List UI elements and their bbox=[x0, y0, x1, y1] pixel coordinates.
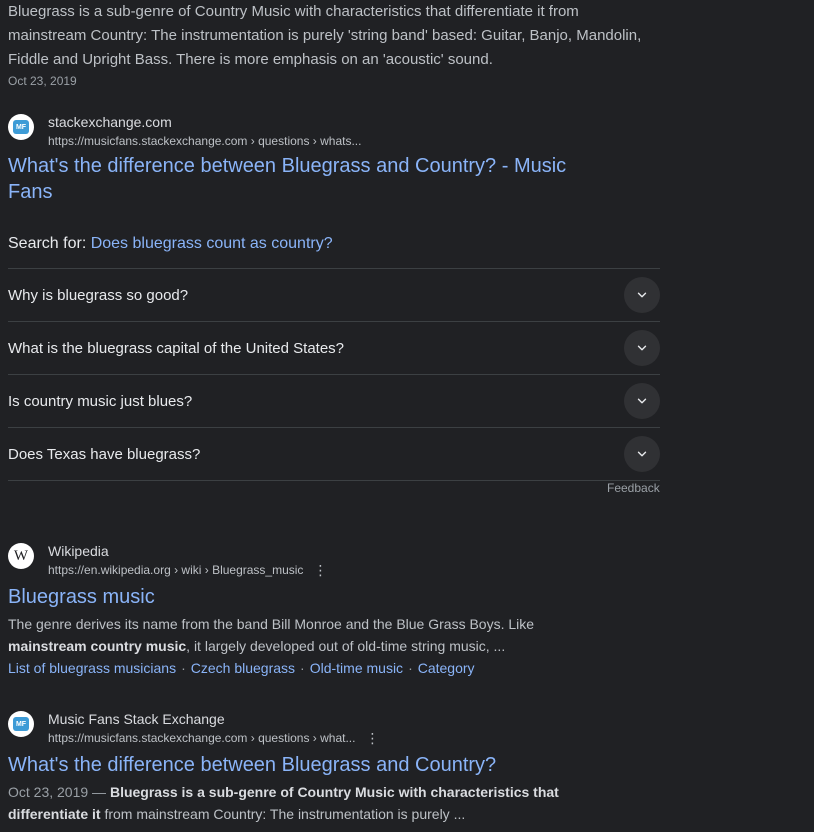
result3-url: https://musicfans.stackexchange.com › qu… bbox=[48, 731, 356, 745]
search-for-label: Search for: bbox=[8, 235, 91, 252]
result3-site-name: Music Fans Stack Exchange bbox=[48, 711, 225, 727]
result2-snippet-bold: mainstream country music bbox=[8, 638, 187, 654]
result1-source[interactable]: MF stackexchange.com https://musicfans.s… bbox=[8, 112, 361, 150]
related-question-text: Is country music just blues? bbox=[8, 392, 193, 410]
wikipedia-favicon: W bbox=[8, 543, 34, 569]
result1-site-name: stackexchange.com bbox=[48, 114, 172, 130]
sitelink-separator: · bbox=[408, 660, 413, 676]
sitelink-category[interactable]: Category bbox=[418, 660, 475, 676]
sitelink-czech-bluegrass[interactable]: Czech bluegrass bbox=[191, 660, 295, 676]
result2-snippet-part1: The genre derives its name from the band… bbox=[8, 616, 535, 632]
musicfans-logo-icon: MF bbox=[13, 717, 29, 731]
related-question-text: Why is bluegrass so good? bbox=[8, 286, 189, 304]
result2-title-link[interactable]: Bluegrass music bbox=[8, 584, 155, 610]
related-question-2[interactable]: What is the bluegrass capital of the Uni… bbox=[8, 321, 660, 374]
result2-sitelinks: List of bluegrass musicians · Czech bluegr… bbox=[8, 659, 475, 677]
chevron-down-icon[interactable] bbox=[624, 383, 660, 419]
related-questions-list: Why is bluegrass so good? What is the bl… bbox=[8, 268, 660, 481]
related-question-text: Does Texas have bluegrass? bbox=[8, 445, 201, 463]
stackexchange-favicon: MF bbox=[8, 114, 34, 140]
more-vert-icon[interactable]: ⋮ bbox=[313, 563, 327, 577]
search-for-query-link[interactable]: Does bluegrass count as country? bbox=[91, 235, 333, 252]
search-for-row: Search for: Does bluegrass count as coun… bbox=[8, 234, 333, 254]
featured-snippet-date: Oct 23, 2019 bbox=[8, 74, 77, 88]
featured-snippet-text: Bluegrass is a sub-genre of Country Musi… bbox=[8, 3, 642, 68]
related-question-4[interactable]: Does Texas have bluegrass? bbox=[8, 427, 660, 481]
related-question-3[interactable]: Is country music just blues? bbox=[8, 374, 660, 427]
result2-site-name: Wikipedia bbox=[48, 543, 109, 559]
search-results-page: Bluegrass is a sub-genre of Country Musi… bbox=[0, 0, 814, 832]
wikipedia-logo-icon: W bbox=[13, 547, 29, 564]
result2-snippet-part2: , it largely developed out of old-time s… bbox=[186, 638, 506, 654]
result2-snippet: The genre derives its name from the band… bbox=[8, 613, 578, 657]
chevron-down-icon[interactable] bbox=[624, 277, 660, 313]
musicfans-logo-icon: MF bbox=[13, 120, 29, 134]
result2-source[interactable]: W Wikipedia https://en.wikipedia.org › w… bbox=[8, 541, 327, 579]
feedback-link[interactable]: Feedback bbox=[607, 481, 660, 495]
result1-title-line1: What's the difference between Bluegrass … bbox=[8, 155, 567, 177]
sitelink-separator: · bbox=[181, 660, 186, 676]
stackexchange-favicon: MF bbox=[8, 711, 34, 737]
sitelink-old-time-music[interactable]: Old-time music bbox=[310, 660, 403, 676]
result3-date: Oct 23, 2019 — bbox=[8, 784, 110, 800]
more-vert-icon[interactable]: ⋮ bbox=[365, 731, 379, 745]
result2-url-row: https://en.wikipedia.org › wiki › Bluegr… bbox=[48, 561, 327, 579]
result1-url: https://musicfans.stackexchange.com › qu… bbox=[48, 134, 362, 148]
sitelink-list-of-bluegrass-musicians[interactable]: List of bluegrass musicians bbox=[8, 660, 176, 676]
chevron-down-icon[interactable] bbox=[624, 436, 660, 472]
chevron-down-icon[interactable] bbox=[624, 330, 660, 366]
sitelink-separator: · bbox=[300, 660, 305, 676]
result1-title-link[interactable]: What's the difference between Bluegrass … bbox=[8, 153, 566, 205]
result3-url-row: https://musicfans.stackexchange.com › qu… bbox=[48, 729, 379, 747]
result3-title-link[interactable]: What's the difference between Bluegrass … bbox=[8, 752, 496, 778]
result3-source[interactable]: MF Music Fans Stack Exchange https://mus… bbox=[8, 709, 379, 747]
related-question-1[interactable]: Why is bluegrass so good? bbox=[8, 268, 660, 321]
result1-title-line2: Fans bbox=[8, 181, 53, 203]
related-question-text: What is the bluegrass capital of the Uni… bbox=[8, 339, 345, 357]
result2-url: https://en.wikipedia.org › wiki › Bluegr… bbox=[48, 563, 304, 577]
result3-snippet-part: from mainstream Country: The instrumenta… bbox=[100, 806, 466, 822]
result3-snippet: Oct 23, 2019 — Bluegrass is a sub-genre … bbox=[8, 781, 578, 825]
